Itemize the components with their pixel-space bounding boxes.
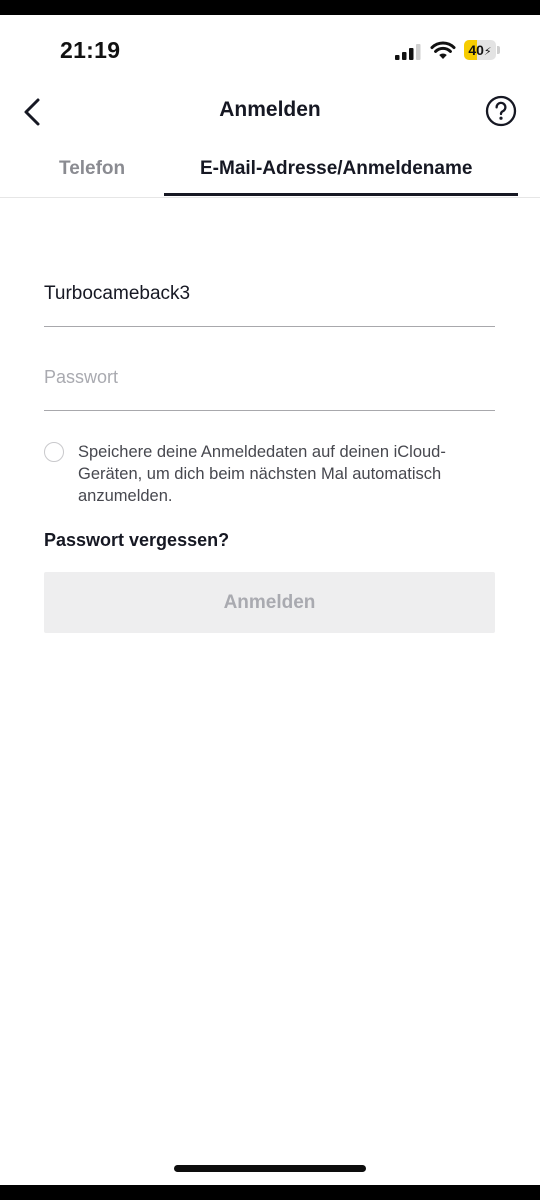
save-credentials-checkbox[interactable]	[44, 442, 64, 462]
battery-text: 40⚡	[468, 42, 492, 58]
home-indicator[interactable]	[174, 1165, 366, 1172]
tab-phone[interactable]: Telefon	[59, 158, 125, 180]
forgot-password-link[interactable]: Passwort vergessen?	[44, 530, 229, 551]
question-circle-icon[interactable]	[485, 95, 517, 127]
wifi-icon	[430, 41, 456, 59]
active-tab-indicator	[164, 193, 518, 196]
login-method-tabs: Telefon E-Mail-Adresse/Anmeldename	[0, 155, 540, 198]
cellular-signal-icon	[395, 44, 421, 60]
login-screen: 21:19 40⚡ Anmelden Telefon E-Mail-Adress…	[0, 15, 540, 1185]
battery-charging-icon: 40⚡	[464, 40, 500, 60]
password-placeholder: Passwort	[44, 367, 119, 387]
status-time: 21:19	[60, 37, 121, 63]
tab-email-username[interactable]: E-Mail-Adresse/Anmeldename	[200, 158, 472, 180]
page-title: Anmelden	[219, 98, 321, 121]
username-field[interactable]: Turbocameback3	[44, 270, 495, 327]
save-credentials-label: Speichere deine Anmeldedaten auf deinen …	[78, 443, 446, 505]
password-field[interactable]: Passwort	[44, 355, 495, 411]
login-button[interactable]: Anmelden	[44, 572, 495, 633]
username-value: Turbocameback3	[44, 283, 191, 304]
